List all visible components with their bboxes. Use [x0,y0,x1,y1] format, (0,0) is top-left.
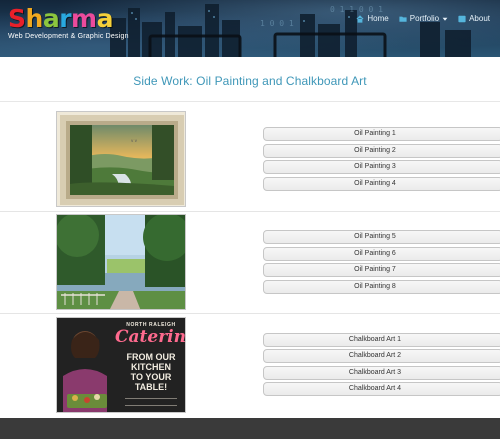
chevron-down-icon [442,17,448,21]
chalkboard-art-1-button[interactable]: Chalkboard Art 1 [263,333,500,347]
chalkboard-art-4-button[interactable]: Chalkboard Art 4 [263,382,500,396]
logo-letter: a [42,4,60,33]
site-logo[interactable]: Sharma Web Development & Graphic Design [8,6,129,41]
logo-letter: h [25,4,44,33]
divider [0,101,500,102]
divider [0,211,500,212]
chalkboard-line: KITCHEN [131,362,171,372]
svg-text:1 0 0 1: 1 0 0 1 [260,19,294,28]
page-title: Side Work: Oil Painting and Chalkboard A… [133,74,367,88]
main-nav: Home Portfolio About [356,14,490,23]
folder-icon [399,16,407,22]
divider [0,313,500,314]
oil-painting-5-button[interactable]: Oil Painting 5 [263,230,500,244]
chalkboard-art-image[interactable]: NORTH RALEIGH Catering FROM OUR KITCHEN … [56,317,186,413]
lake-oil-painting-image[interactable] [56,214,186,310]
logo-letter: r [59,4,72,33]
chalkboard-scribble [125,398,177,406]
logo-letter: a [96,4,114,33]
oil-painting-6-button[interactable]: Oil Painting 6 [263,247,500,261]
logo-wordmark: Sharma [8,6,129,32]
chalkboard-line: FROM OUR [126,352,176,362]
nav-portfolio-label: Portfolio [409,14,440,23]
nav-about-label: About [469,14,490,23]
painting-lake-svg [57,215,185,309]
chalkboard-art-2-button[interactable]: Chalkboard Art 2 [263,349,500,363]
framed-oil-painting-image[interactable]: v v [56,111,186,207]
nav-home-label: Home [367,14,389,23]
logo-letter: m [71,4,97,33]
nav-about[interactable]: About [458,14,490,23]
site-header: 0 1 1 0 0 1 1 0 0 1 Sharma Web Developme… [0,0,500,57]
nav-home[interactable]: Home [356,14,389,23]
site-footer [0,418,500,439]
svg-text:v v: v v [131,138,138,143]
oil-painting-7-button[interactable]: Oil Painting 7 [263,263,500,277]
nav-portfolio[interactable]: Portfolio [399,14,448,23]
oil-painting-8-button[interactable]: Oil Painting 8 [263,280,500,294]
chalkboard-line: TO YOUR [130,372,172,382]
chalkboard-art-3-button[interactable]: Chalkboard Art 3 [263,366,500,380]
logo-tagline: Web Development & Graphic Design [8,33,129,40]
oil-painting-2-button[interactable]: Oil Painting 2 [263,144,500,158]
chalkboard-line: TABLE! [134,382,168,392]
svg-text:0 1 1 0 0 1: 0 1 1 0 0 1 [330,5,383,14]
home-icon [356,14,364,23]
painting-landscape-svg: v v [57,112,185,206]
oil-painting-3-button[interactable]: Oil Painting 3 [263,160,500,174]
logo-letter: S [8,4,26,33]
oil-painting-1-button[interactable]: Oil Painting 1 [263,127,500,141]
person-icon [458,15,466,22]
chalkboard-brand: Catering [115,327,186,347]
oil-painting-4-button[interactable]: Oil Painting 4 [263,177,500,191]
chalkboard-slogan: FROM OUR KITCHEN TO YOUR TABLE! [117,352,185,392]
